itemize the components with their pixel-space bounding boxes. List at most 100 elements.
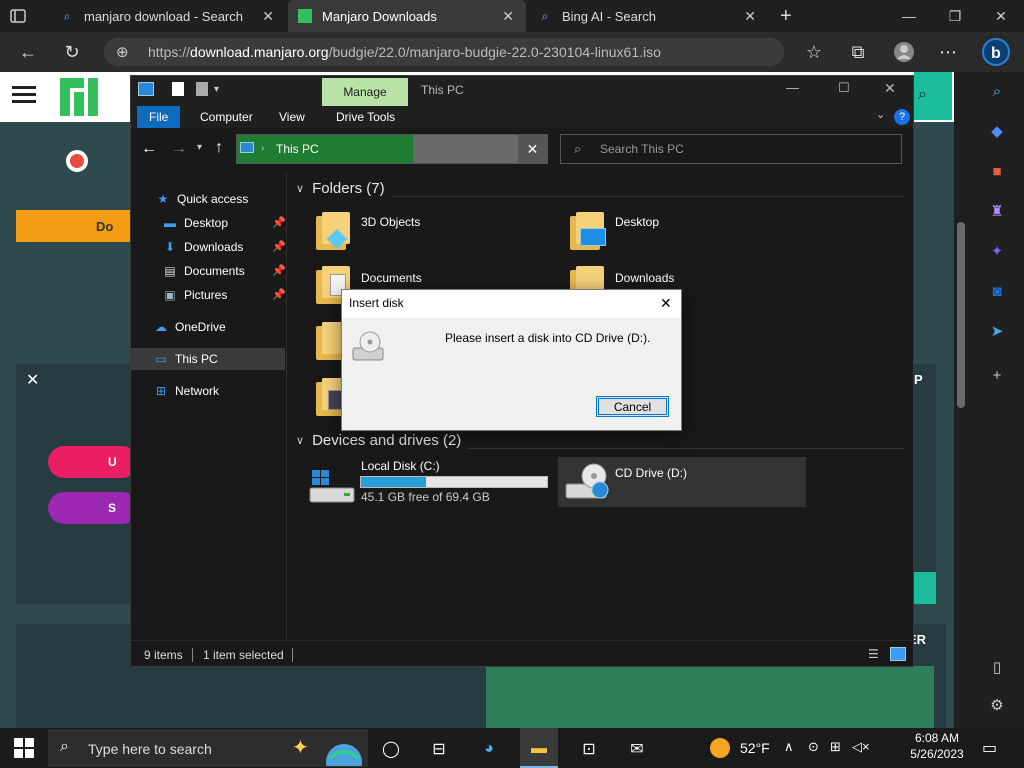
manage-tab[interactable]: Manage: [322, 78, 408, 106]
scrollbar-thumb[interactable]: [957, 222, 965, 408]
back-arrow-icon[interactable]: ←: [141, 140, 157, 158]
nav-this-pc[interactable]: ▭ This PC: [153, 348, 217, 370]
weather-temp[interactable]: 52°F: [740, 740, 770, 756]
url-text[interactable]: https://download.manjaro.org/budgie/22.0…: [148, 42, 661, 62]
large-icons-view-icon[interactable]: [890, 647, 906, 661]
pin-icon[interactable]: 📌: [272, 240, 286, 253]
nav-documents[interactable]: ▤ Documents: [162, 260, 244, 282]
close-window-icon[interactable]: ✕: [884, 80, 896, 97]
file-explorer-icon[interactable]: ▬: [524, 734, 554, 764]
windows-start-icon[interactable]: [14, 738, 34, 758]
close-tab-icon[interactable]: ✕: [502, 8, 514, 25]
pin-icon[interactable]: 📌: [272, 288, 286, 301]
meet-now-icon[interactable]: ⊙: [808, 739, 819, 755]
widgets-icon[interactable]: ⊟: [424, 734, 454, 764]
tab-drive-tools[interactable]: Drive Tools: [324, 106, 407, 128]
search-icon[interactable]: ⌕: [986, 80, 1008, 102]
tab-file[interactable]: File: [137, 106, 181, 128]
more-menu-icon[interactable]: ⋯: [932, 36, 964, 68]
ribbon-expand-icon[interactable]: ⌄: [876, 108, 885, 121]
upgrade-button[interactable]: U: [48, 446, 138, 478]
copilot-icon[interactable]: ✦: [986, 240, 1008, 262]
close-tab-icon[interactable]: ✕: [744, 8, 756, 25]
hamburger-menu-icon[interactable]: [12, 84, 38, 106]
search-placeholder[interactable]: Search This PC: [600, 142, 684, 156]
folder-3d-objects-icon[interactable]: [314, 212, 350, 252]
close-tab-icon[interactable]: ✕: [262, 8, 274, 25]
favorite-star-icon[interactable]: ☆: [798, 36, 830, 68]
properties-icon[interactable]: [172, 82, 184, 96]
send-icon[interactable]: ➤: [986, 320, 1008, 342]
local-disk-icon[interactable]: [308, 468, 356, 504]
maximize-icon[interactable]: ☐: [838, 80, 850, 96]
folder-label[interactable]: Documents: [361, 271, 422, 285]
details-view-icon[interactable]: ☰: [868, 647, 884, 661]
new-folder-icon[interactable]: [196, 82, 208, 96]
taskbar-search-placeholder[interactable]: Type here to search: [88, 741, 212, 757]
sidebar-toggle-icon[interactable]: ▯: [986, 656, 1008, 678]
games-chess-icon[interactable]: ♜: [986, 200, 1008, 222]
close-window-icon[interactable]: ✕: [978, 0, 1024, 32]
tab-actions-icon[interactable]: [8, 6, 28, 26]
help-icon[interactable]: ?: [894, 109, 910, 125]
shopping-tag-icon[interactable]: ◆: [986, 120, 1008, 142]
clock-time[interactable]: 6:08 AM: [910, 731, 964, 745]
minimize-icon[interactable]: —: [786, 80, 799, 95]
search-highlight-icon[interactable]: ✦: [292, 732, 364, 768]
task-view-icon[interactable]: ◯: [376, 734, 406, 764]
nav-quick-access[interactable]: ★ Quick access: [155, 188, 249, 210]
restore-icon[interactable]: ❐: [932, 0, 978, 32]
cancel-button[interactable]: Cancel: [596, 396, 669, 417]
back-arrow-icon[interactable]: ←: [12, 36, 44, 68]
search-icon[interactable]: ⌕: [918, 86, 927, 104]
notifications-icon[interactable]: ▭: [982, 738, 997, 758]
tools-briefcase-icon[interactable]: ■: [986, 160, 1008, 182]
profile-avatar[interactable]: [888, 36, 920, 68]
tab-manjaro-search[interactable]: ⌕ manjaro download - Search ✕: [50, 0, 286, 32]
folder-label[interactable]: 3D Objects: [361, 215, 420, 229]
network-icon[interactable]: ⊞: [830, 739, 841, 755]
sponsor-button[interactable]: S: [48, 492, 138, 524]
local-disk-label[interactable]: Local Disk (C:): [361, 459, 440, 473]
folder-label[interactable]: Desktop: [615, 215, 659, 229]
tab-manjaro-downloads[interactable]: Manjaro Downloads ✕: [288, 0, 526, 32]
stop-loading-icon[interactable]: ✕: [518, 135, 547, 163]
outlook-icon[interactable]: ◙: [986, 280, 1008, 302]
close-icon[interactable]: ✕: [26, 370, 39, 390]
tab-bing-ai[interactable]: ⌕ Bing AI - Search ✕: [528, 0, 768, 32]
microsoft-store-icon[interactable]: ⊡: [574, 734, 604, 764]
new-tab-button[interactable]: +: [770, 0, 800, 32]
folder-label[interactable]: Downloads: [615, 271, 674, 285]
settings-gear-icon[interactable]: ⚙: [986, 694, 1008, 716]
refresh-icon[interactable]: ↻: [56, 36, 88, 68]
recent-locations-icon[interactable]: ▾: [197, 142, 202, 153]
volume-muted-icon[interactable]: ◁×: [852, 739, 870, 755]
address-text[interactable]: This PC: [276, 142, 319, 156]
quick-access-dropdown-icon[interactable]: ▾: [214, 84, 219, 95]
mail-icon[interactable]: ✉: [622, 734, 652, 764]
pin-icon[interactable]: 📌: [272, 216, 286, 229]
pin-icon[interactable]: 📌: [272, 264, 286, 277]
tab-computer[interactable]: Computer: [188, 106, 265, 128]
clock-date[interactable]: 5/26/2023: [906, 747, 968, 761]
add-icon[interactable]: +: [986, 364, 1008, 386]
breadcrumb-chevron-icon[interactable]: ›: [261, 143, 264, 154]
download-button[interactable]: Do: [16, 210, 136, 242]
manjaro-logo-icon[interactable]: [58, 76, 100, 118]
minimize-icon[interactable]: —: [886, 0, 932, 32]
chevron-up-icon[interactable]: ∧: [784, 739, 794, 755]
nav-network[interactable]: ⊞ Network: [153, 380, 219, 402]
nav-onedrive[interactable]: ☁ OneDrive: [153, 316, 226, 338]
forward-arrow-icon[interactable]: →: [171, 140, 187, 158]
folders-header[interactable]: ∨ Folders (7): [296, 180, 391, 197]
nav-desktop[interactable]: ▬ Desktop: [162, 212, 228, 234]
cd-drive-label[interactable]: CD Drive (D:): [615, 466, 687, 480]
weather-sun-icon[interactable]: [710, 738, 730, 758]
devices-header[interactable]: ∨ Devices and drives (2): [296, 432, 468, 449]
collections-icon[interactable]: ⧉: [842, 36, 874, 68]
bing-copilot-icon[interactable]: b: [980, 36, 1012, 68]
folder-desktop-icon[interactable]: [568, 212, 606, 252]
edge-browser-icon[interactable]: ◕: [474, 734, 504, 764]
nav-downloads[interactable]: ⬇ Downloads: [162, 236, 243, 258]
close-icon[interactable]: ✕: [660, 295, 672, 312]
